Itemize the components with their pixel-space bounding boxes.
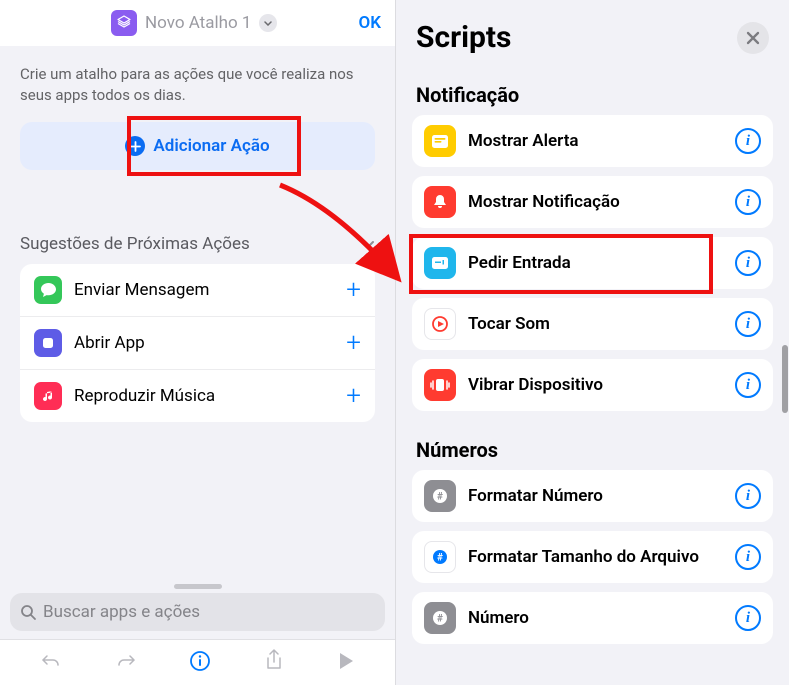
- plus-icon: [125, 136, 145, 156]
- plus-icon: +: [346, 328, 361, 358]
- vibrate-icon: [424, 369, 456, 401]
- plus-icon: +: [346, 381, 361, 411]
- messages-icon: [34, 276, 62, 304]
- hash-icon: #: [424, 602, 456, 634]
- action-format-file-size[interactable]: # Formatar Tamanho do Arquivo i: [412, 531, 773, 583]
- search-placeholder: Buscar apps e ações: [43, 602, 200, 622]
- action-number[interactable]: # Número i: [412, 592, 773, 644]
- info-button[interactable]: i: [735, 311, 761, 337]
- action-vibrate-device[interactable]: Vibrar Dispositivo i: [412, 359, 773, 411]
- action-label: Vibrar Dispositivo: [468, 375, 735, 395]
- suggestion-label: Abrir App: [74, 333, 346, 353]
- action-label: Formatar Número: [468, 486, 735, 506]
- info-button[interactable]: i: [735, 189, 761, 215]
- action-list-numbers: # Formatar Número i # Formatar Tamanho d…: [412, 470, 773, 614]
- suggestion-open-app[interactable]: Abrir App +: [20, 317, 375, 370]
- action-show-notification[interactable]: Mostrar Notificação i: [412, 176, 773, 228]
- suggestion-send-message[interactable]: Enviar Mensagem +: [20, 264, 375, 317]
- music-icon: [34, 382, 62, 410]
- alert-icon: [424, 125, 456, 157]
- action-format-number[interactable]: # Formatar Número i: [412, 470, 773, 522]
- shortcut-title[interactable]: Novo Atalho 1: [145, 13, 251, 33]
- shortcut-app-icon: [111, 10, 137, 36]
- info-button[interactable]: i: [735, 250, 761, 276]
- svg-text:#: #: [437, 553, 443, 564]
- suggestions-list: Enviar Mensagem + Abrir App + Reproduzir…: [20, 264, 375, 422]
- action-show-alert[interactable]: Mostrar Alerta i: [412, 115, 773, 167]
- suggestions-title: Sugestões de Próximas Ações: [20, 234, 250, 254]
- action-label: Pedir Entrada: [468, 253, 735, 273]
- add-action-label: Adicionar Ação: [153, 136, 269, 156]
- left-header: Novo Atalho 1 OK: [0, 0, 395, 46]
- play-sound-icon: [424, 308, 456, 340]
- share-icon[interactable]: [264, 649, 284, 677]
- suggestion-play-music[interactable]: Reproduzir Música +: [20, 370, 375, 422]
- prompt-text: Crie um atalho para as ações que você re…: [0, 46, 395, 122]
- hash-icon: #: [424, 480, 456, 512]
- search-input[interactable]: Buscar apps e ações: [10, 593, 385, 631]
- info-button[interactable]: i: [735, 544, 761, 570]
- action-label: Tocar Som: [468, 314, 735, 334]
- svg-text:#: #: [437, 492, 443, 503]
- chevron-down-icon: [361, 234, 375, 254]
- action-label: Mostrar Alerta: [468, 131, 735, 151]
- plus-icon: +: [346, 275, 361, 305]
- app-icon: [34, 329, 62, 357]
- action-label: Número: [468, 608, 735, 628]
- add-action-button[interactable]: Adicionar Ação: [20, 122, 375, 170]
- redo-icon[interactable]: [115, 650, 137, 676]
- bell-icon: [424, 186, 456, 218]
- info-icon[interactable]: [189, 650, 211, 676]
- svg-text:#: #: [437, 614, 443, 625]
- scrollbar-thumb[interactable]: [782, 345, 788, 413]
- suggestion-label: Enviar Mensagem: [74, 280, 346, 300]
- section-title-numbers: Números: [396, 420, 789, 470]
- info-button[interactable]: i: [735, 372, 761, 398]
- action-label: Mostrar Notificação: [468, 192, 735, 212]
- action-list-notification: Mostrar Alerta i Mostrar Notificação i P…: [412, 115, 773, 420]
- shortcut-editor-panel: Novo Atalho 1 OK Crie um atalho para as …: [0, 0, 395, 685]
- hash-doc-icon: #: [424, 541, 456, 573]
- info-button[interactable]: i: [735, 605, 761, 631]
- action-label: Formatar Tamanho do Arquivo: [468, 547, 735, 567]
- suggestions-header[interactable]: Sugestões de Próximas Ações: [0, 234, 395, 254]
- action-play-sound[interactable]: Tocar Som i: [412, 298, 773, 350]
- actions-browser-panel: Scripts Notificação Mostrar Alerta i Mos…: [395, 0, 789, 685]
- bottom-toolbar: [0, 639, 395, 685]
- suggestion-label: Reproduzir Música: [74, 386, 346, 406]
- ok-button[interactable]: OK: [358, 13, 381, 33]
- search-icon: [20, 604, 37, 621]
- info-button[interactable]: i: [735, 483, 761, 509]
- scripts-title: Scripts: [416, 20, 511, 55]
- sheet-grabber[interactable]: [174, 584, 222, 589]
- play-icon[interactable]: [337, 651, 355, 675]
- close-button[interactable]: [737, 22, 769, 54]
- section-title-notification: Notificação: [396, 65, 789, 115]
- input-icon: [424, 247, 456, 279]
- right-header: Scripts: [396, 0, 789, 65]
- undo-icon[interactable]: [40, 650, 62, 676]
- action-ask-for-input[interactable]: Pedir Entrada i: [412, 237, 773, 289]
- info-button[interactable]: i: [735, 128, 761, 154]
- chevron-down-icon[interactable]: [259, 14, 277, 32]
